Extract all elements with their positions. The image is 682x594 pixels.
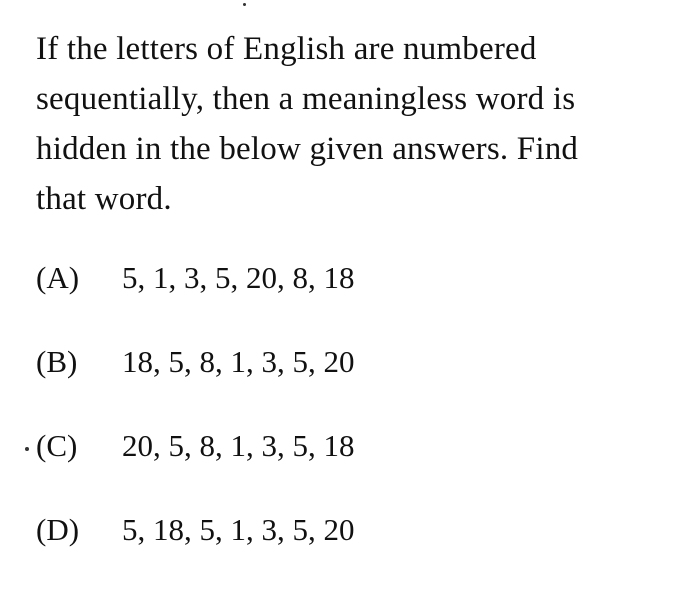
question-line: sequentially, then a meaningless word is — [36, 81, 576, 117]
question-line: If the letters of English are numbered — [36, 31, 537, 67]
question-text: If the letters of English are numbered s… — [36, 24, 676, 224]
question-line: hidden in the below given answers. Find — [36, 131, 579, 167]
option-label: (A) — [36, 260, 80, 295]
option-value: 5, 18, 5, 1, 3, 5, 20 — [122, 512, 355, 547]
option-a[interactable]: (A) 5, 1, 3, 5, 20, 8, 18 — [36, 258, 656, 342]
option-value: 20, 5, 8, 1, 3, 5, 18 — [122, 428, 355, 463]
option-label: (D) — [36, 512, 80, 547]
question-page: If the letters of English are numbered s… — [0, 0, 682, 568]
question-line: that word. — [36, 181, 172, 217]
option-label: (C) — [36, 428, 78, 463]
option-d[interactable]: (D) 5, 18, 5, 1, 3, 5, 20 — [36, 510, 656, 594]
option-label: (B) — [36, 344, 78, 379]
option-value: 5, 1, 3, 5, 20, 8, 18 — [122, 260, 355, 295]
stray-mark — [25, 447, 29, 451]
stray-mark — [243, 3, 246, 6]
answer-options: (A) 5, 1, 3, 5, 20, 8, 18 (B) 18, 5, 8, … — [36, 258, 656, 594]
option-value: 18, 5, 8, 1, 3, 5, 20 — [122, 344, 355, 379]
option-b[interactable]: (B) 18, 5, 8, 1, 3, 5, 20 — [36, 342, 656, 426]
option-c[interactable]: (C) 20, 5, 8, 1, 3, 5, 18 — [36, 426, 656, 510]
